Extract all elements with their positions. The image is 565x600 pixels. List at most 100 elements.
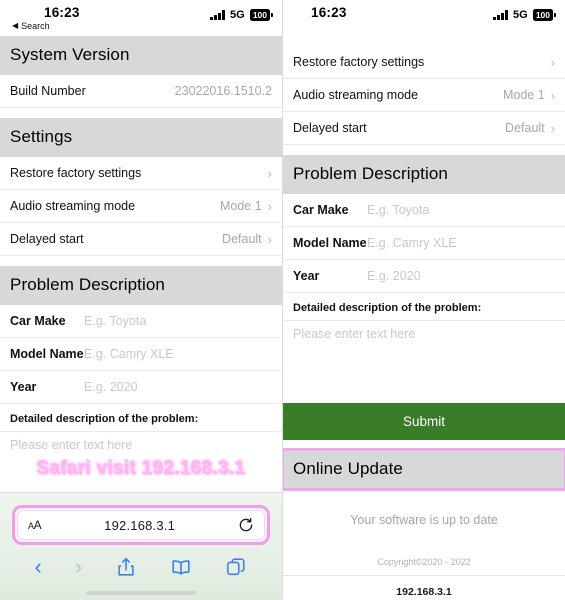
field-row-model-name[interactable]: Model Name — [0, 338, 282, 371]
car-make-label: Car Make — [10, 314, 66, 328]
tabs-icon[interactable] — [225, 556, 247, 578]
left-screen: 16:23 ◀ Search 5G 100 System Version Bui… — [0, 0, 283, 600]
url-bar-highlight: AA 192.168.3.1 — [12, 505, 270, 545]
battery-icon: 100 — [249, 9, 270, 21]
year-input[interactable] — [84, 380, 272, 394]
network-type-label: 5G — [512, 9, 528, 21]
status-time: 16:23 — [311, 5, 347, 20]
delayed-start-label: Delayed start — [293, 121, 367, 135]
model-name-input[interactable] — [84, 347, 272, 361]
back-to-search-label: Search — [21, 21, 50, 31]
network-type-label: 5G — [229, 9, 245, 21]
back-chevron-icon[interactable]: ‹ — [35, 556, 42, 578]
field-row-year[interactable]: Year — [0, 371, 282, 404]
delayed-start-value: Default — [505, 121, 545, 135]
field-row-car-make[interactable]: Car Make — [0, 305, 282, 338]
year-input[interactable] — [367, 269, 555, 283]
year-label: Year — [10, 380, 37, 394]
url-bar[interactable]: AA 192.168.3.1 — [17, 510, 265, 540]
build-number-label: Build Number — [10, 84, 86, 98]
reload-icon[interactable] — [238, 517, 254, 533]
detailed-description-label: Detailed description of the problem: — [0, 404, 282, 431]
back-to-search-link[interactable]: ◀ Search — [12, 21, 50, 31]
field-row-car-make[interactable]: Car Make — [283, 194, 565, 227]
safari-toolbar: ‹ › — [0, 545, 282, 578]
back-arrow-icon: ◀ — [12, 21, 19, 30]
text-size-aa-button[interactable]: AA — [28, 518, 42, 532]
cellular-signal-icon — [493, 10, 508, 20]
row-restore-factory-settings[interactable]: Restore factory settings › — [283, 46, 565, 79]
right-page-content: Restore factory settings › Audio streami… — [283, 36, 565, 598]
forward-chevron-icon: › — [74, 554, 83, 579]
delayed-start-right: Default › — [505, 121, 555, 135]
build-number-value: 23022016.1510.2 — [174, 84, 272, 98]
status-bar-right-group: 5G 100 — [210, 9, 270, 21]
section-header-online-update: Online Update — [283, 448, 565, 491]
status-bar-right-group: 5G 100 — [493, 9, 553, 21]
share-icon[interactable] — [115, 556, 137, 578]
row-delayed-start[interactable]: Delayed start Default › — [0, 223, 282, 256]
restore-factory-settings-label: Restore factory settings — [10, 166, 142, 180]
battery-icon: 100 — [532, 9, 553, 21]
spacer-after-settings — [0, 256, 282, 266]
status-bar-left: 16:23 ◀ Search 5G 100 — [0, 0, 282, 36]
section-header-settings: Settings — [0, 118, 282, 157]
row-build-number: Build Number 23022016.1510.2 — [0, 75, 282, 108]
audio-streaming-mode-value: Mode 1 — [219, 199, 262, 213]
left-page-content: System Version Build Number 23022016.151… — [0, 36, 282, 472]
car-make-input[interactable] — [84, 314, 272, 328]
chevron-right-icon: › — [550, 120, 555, 136]
audio-streaming-mode-right: Mode 1 › — [503, 88, 555, 102]
home-indicator — [86, 591, 196, 595]
chevron-right-icon: › — [267, 198, 272, 214]
car-make-label: Car Make — [293, 203, 349, 217]
detailed-description-textarea[interactable] — [283, 320, 565, 403]
row-audio-streaming-mode[interactable]: Audio streaming mode Mode 1 › — [0, 190, 282, 223]
copyright-text: Copyright©2020 - 2022 — [283, 557, 565, 576]
spacer-top — [283, 36, 565, 46]
audio-streaming-mode-label: Audio streaming mode — [10, 199, 136, 213]
field-row-year[interactable]: Year — [283, 260, 565, 293]
update-status-text: Your software is up to date — [283, 489, 565, 557]
model-name-label: Model Name — [10, 347, 84, 361]
row-delayed-start[interactable]: Delayed start Default › — [283, 112, 565, 145]
submit-button[interactable]: Submit — [283, 403, 565, 440]
spacer-after-system-version — [0, 108, 282, 118]
row-audio-streaming-mode[interactable]: Audio streaming mode Mode 1 › — [283, 79, 565, 112]
chevron-right-icon: › — [550, 87, 555, 103]
detailed-description-label: Detailed description of the problem: — [283, 293, 565, 320]
field-row-model-name[interactable]: Model Name — [283, 227, 565, 260]
chevron-right-icon: › — [267, 165, 272, 181]
status-bar-left-group: 16:23 — [295, 5, 347, 20]
chevron-right-icon: › — [267, 231, 272, 247]
spacer-after-settings — [283, 145, 565, 155]
section-header-problem-description: Problem Description — [283, 155, 565, 194]
audio-streaming-mode-label: Audio streaming mode — [293, 88, 419, 102]
book-icon[interactable] — [170, 556, 192, 578]
url-text: 192.168.3.1 — [104, 517, 176, 533]
cellular-signal-icon — [210, 10, 225, 20]
status-bar-right: 16:23 5G 100 — [283, 0, 565, 36]
row-restore-factory-settings[interactable]: Restore factory settings › — [0, 157, 282, 190]
restore-factory-settings-right: › — [545, 56, 555, 69]
dual-screenshot-container: 16:23 ◀ Search 5G 100 System Version Bui… — [0, 0, 565, 600]
right-screen: 16:23 5G 100 Restore factory settings › … — [283, 0, 565, 600]
section-header-problem-description: Problem Description — [0, 266, 282, 305]
audio-streaming-mode-value: Mode 1 — [502, 88, 545, 102]
status-bar-left-group: 16:23 ◀ Search — [12, 5, 80, 31]
restore-factory-settings-right: › — [262, 167, 272, 180]
audio-streaming-mode-right: Mode 1 › — [220, 199, 272, 213]
model-name-label: Model Name — [293, 236, 367, 250]
chevron-right-icon: › — [550, 54, 555, 70]
safari-browser-chrome: AA 192.168.3.1 ‹ › — [0, 492, 282, 600]
annotation-safari-visit: Safari visit 192.168.3.1 — [36, 458, 246, 479]
page-host-label: 192.168.3.1 — [283, 576, 565, 598]
model-name-input[interactable] — [367, 236, 555, 250]
delayed-start-value: Default — [222, 232, 262, 246]
car-make-input[interactable] — [367, 203, 555, 217]
delayed-start-right: Default › — [222, 232, 272, 246]
status-time: 16:23 — [44, 5, 80, 20]
annotation-container: Safari visit 192.168.3.1 — [0, 454, 282, 486]
delayed-start-label: Delayed start — [10, 232, 84, 246]
year-label: Year — [293, 269, 320, 283]
